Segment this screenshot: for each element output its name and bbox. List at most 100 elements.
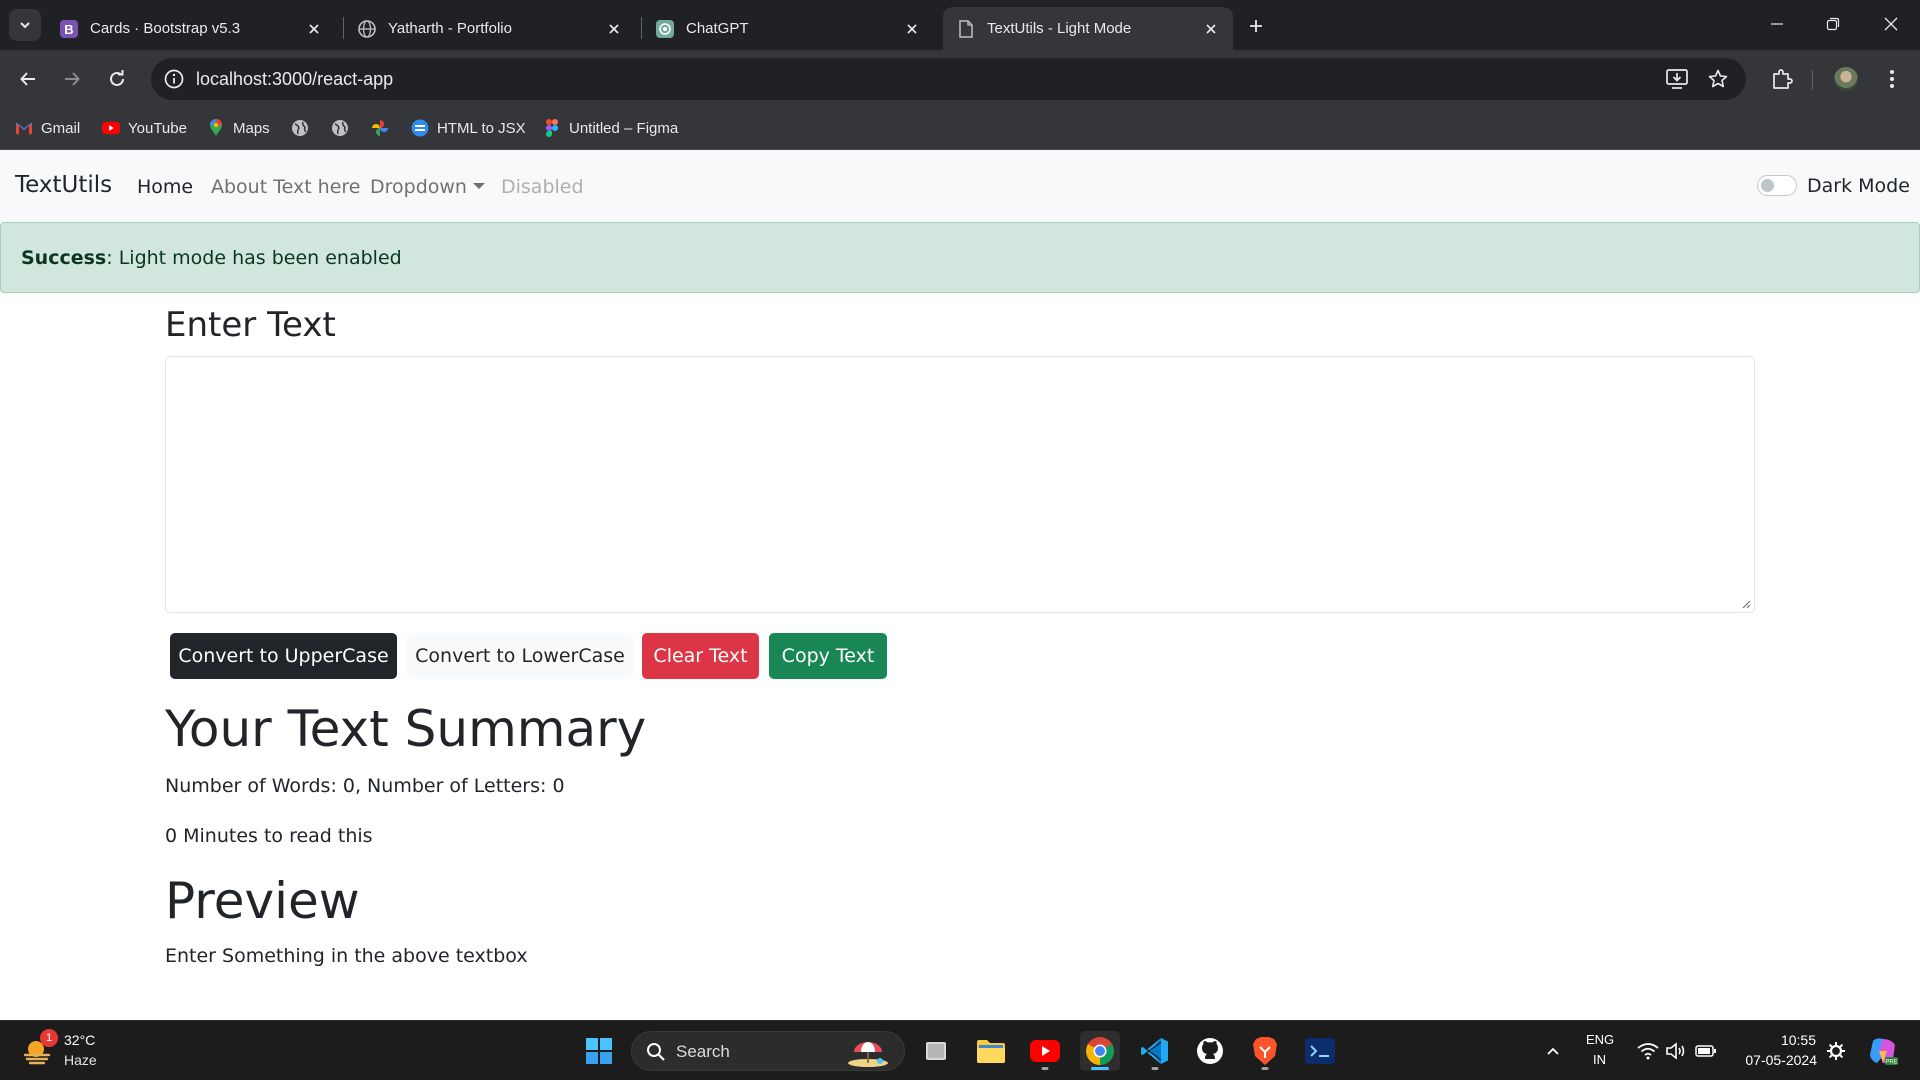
browser-toolbar: localhost:3000/react-app	[0, 50, 1920, 108]
chrome-app-button[interactable]	[1080, 1031, 1120, 1071]
taskbar-search[interactable]: Search	[631, 1031, 905, 1071]
brave-app-button[interactable]	[1245, 1031, 1285, 1071]
profile-button[interactable]	[1830, 63, 1862, 95]
reload-button[interactable]	[101, 63, 133, 95]
bookmark-globe-2[interactable]	[331, 119, 357, 137]
bookmark-maps[interactable]: Maps	[207, 119, 270, 137]
clock-date: 07-05-2024	[1745, 1052, 1817, 1068]
globe-icon	[291, 119, 309, 137]
avatar	[1834, 67, 1858, 91]
resize-grip-icon[interactable]	[1740, 598, 1751, 609]
convert-uppercase-button[interactable]: Convert to UpperCase	[170, 633, 397, 679]
text-input[interactable]	[165, 356, 1755, 613]
youtube-icon	[1030, 1040, 1060, 1062]
close-icon	[1884, 17, 1898, 31]
more-vertical-icon	[1890, 70, 1894, 88]
search-icon	[647, 1043, 665, 1061]
convert-lowercase-button[interactable]: Convert to LowerCase	[407, 633, 633, 679]
task-view-icon	[926, 1042, 946, 1060]
dark-mode-switch[interactable]	[1757, 175, 1797, 196]
tab-bootstrap-cards[interactable]: B Cards · Bootstrap v5.3	[46, 7, 336, 50]
restore-icon	[1826, 17, 1840, 31]
tab-chatgpt[interactable]: ChatGPT	[642, 7, 934, 50]
address-bar[interactable]: localhost:3000/react-app	[151, 58, 1746, 100]
chatgpt-icon	[656, 19, 674, 38]
brave-lion-icon	[1253, 1037, 1277, 1065]
vscode-app-button[interactable]	[1135, 1031, 1175, 1071]
show-hidden-icons-button[interactable]	[1541, 1039, 1565, 1063]
back-button[interactable]	[12, 63, 44, 95]
preview-heading: Preview	[165, 872, 360, 930]
running-indicator	[1261, 1067, 1269, 1070]
terminal-app-button[interactable]	[1300, 1031, 1340, 1071]
install-app-icon[interactable]	[1665, 67, 1689, 91]
tab-title: ChatGPT	[686, 20, 749, 37]
vscode-icon	[1141, 1038, 1168, 1064]
start-button[interactable]	[579, 1031, 619, 1071]
clock-time: 10:55	[1780, 1032, 1816, 1048]
tab-textutils[interactable]: TextUtils - Light Mode	[943, 7, 1233, 50]
bookmark-label: HTML to JSX	[437, 119, 526, 137]
switch-knob	[1761, 179, 1774, 192]
notification-settings-icon[interactable]	[1824, 1039, 1848, 1063]
chevron-up-icon	[1547, 1047, 1559, 1055]
nav-link-home[interactable]: Home	[137, 176, 193, 198]
dark-mode-label[interactable]: Dark Mode	[1807, 175, 1910, 197]
minimize-button[interactable]	[1757, 8, 1797, 40]
bookmark-youtube[interactable]: YouTube	[102, 119, 187, 137]
close-tab-icon[interactable]	[604, 19, 624, 39]
youtube-app-button[interactable]	[1025, 1031, 1065, 1071]
page-icon	[957, 19, 975, 38]
wifi-icon[interactable]	[1636, 1039, 1660, 1063]
nav-dropdown-label: Dropdown	[370, 176, 467, 198]
language-line-1: ENG	[1586, 1032, 1615, 1047]
site-info-icon[interactable]	[163, 68, 185, 90]
restore-button[interactable]	[1813, 8, 1853, 40]
close-tab-icon[interactable]	[1201, 19, 1221, 39]
copy-text-button[interactable]: Copy Text	[769, 633, 887, 679]
task-view-button[interactable]	[916, 1031, 956, 1071]
plus-icon	[1250, 20, 1262, 32]
tab-portfolio[interactable]: Yatharth - Portfolio	[344, 7, 636, 50]
github-app-button[interactable]	[1190, 1031, 1230, 1071]
volume-icon[interactable]	[1664, 1039, 1688, 1063]
read-time: 0 Minutes to read this	[165, 825, 373, 847]
beach-umbrella-icon	[848, 1042, 888, 1067]
file-explorer-button[interactable]	[971, 1031, 1011, 1071]
browser-tab-bar: B Cards · Bootstrap v5.3 Yatharth - Port…	[0, 0, 1920, 50]
close-tab-icon[interactable]	[304, 19, 324, 39]
bookmark-figma[interactable]: Untitled – Figma	[543, 119, 678, 137]
bookmark-gmail[interactable]: Gmail	[15, 119, 80, 137]
weather-temperature: 32°C	[64, 1032, 96, 1048]
close-window-button[interactable]	[1871, 8, 1911, 40]
navbar-brand[interactable]: TextUtils	[15, 172, 112, 198]
close-tab-icon[interactable]	[902, 19, 922, 39]
bookmark-photos[interactable]	[371, 119, 397, 137]
minimize-icon	[1771, 23, 1783, 25]
pre-badge-text: PRE	[1885, 1060, 1897, 1066]
notification-badge: 1	[40, 1029, 58, 1047]
windows-logo-icon	[586, 1038, 612, 1064]
nav-link-about[interactable]: About Text here	[211, 176, 361, 198]
bookmark-globe-1[interactable]	[291, 119, 317, 137]
tab-search-button[interactable]	[9, 9, 41, 41]
clear-text-button[interactable]: Clear Text	[642, 633, 759, 679]
gmail-icon	[15, 119, 33, 137]
language-line-2: IN	[1593, 1052, 1606, 1067]
extensions-button[interactable]	[1766, 63, 1798, 95]
battery-icon[interactable]	[1694, 1039, 1718, 1063]
windows-taskbar: 1 32°C Haze Search ENG IN 10:55 07-05-20…	[0, 1020, 1920, 1080]
copilot-icon[interactable]: PRE	[1866, 1034, 1900, 1068]
bookmark-html-to-jsx[interactable]: HTML to JSX	[411, 119, 526, 137]
chrome-icon	[1086, 1037, 1114, 1065]
search-label: Search	[676, 1042, 730, 1061]
alert-separator: :	[106, 247, 119, 269]
browser-menu-button[interactable]	[1876, 63, 1908, 95]
tab-title: TextUtils - Light Mode	[987, 20, 1132, 37]
forward-button[interactable]	[56, 63, 88, 95]
bookmark-star-icon[interactable]	[1706, 67, 1730, 91]
bookmark-label: Untitled – Figma	[569, 119, 679, 137]
url-text[interactable]: localhost:3000/react-app	[196, 69, 393, 90]
new-tab-button[interactable]	[1242, 12, 1270, 40]
nav-dropdown[interactable]: Dropdown	[370, 176, 485, 198]
